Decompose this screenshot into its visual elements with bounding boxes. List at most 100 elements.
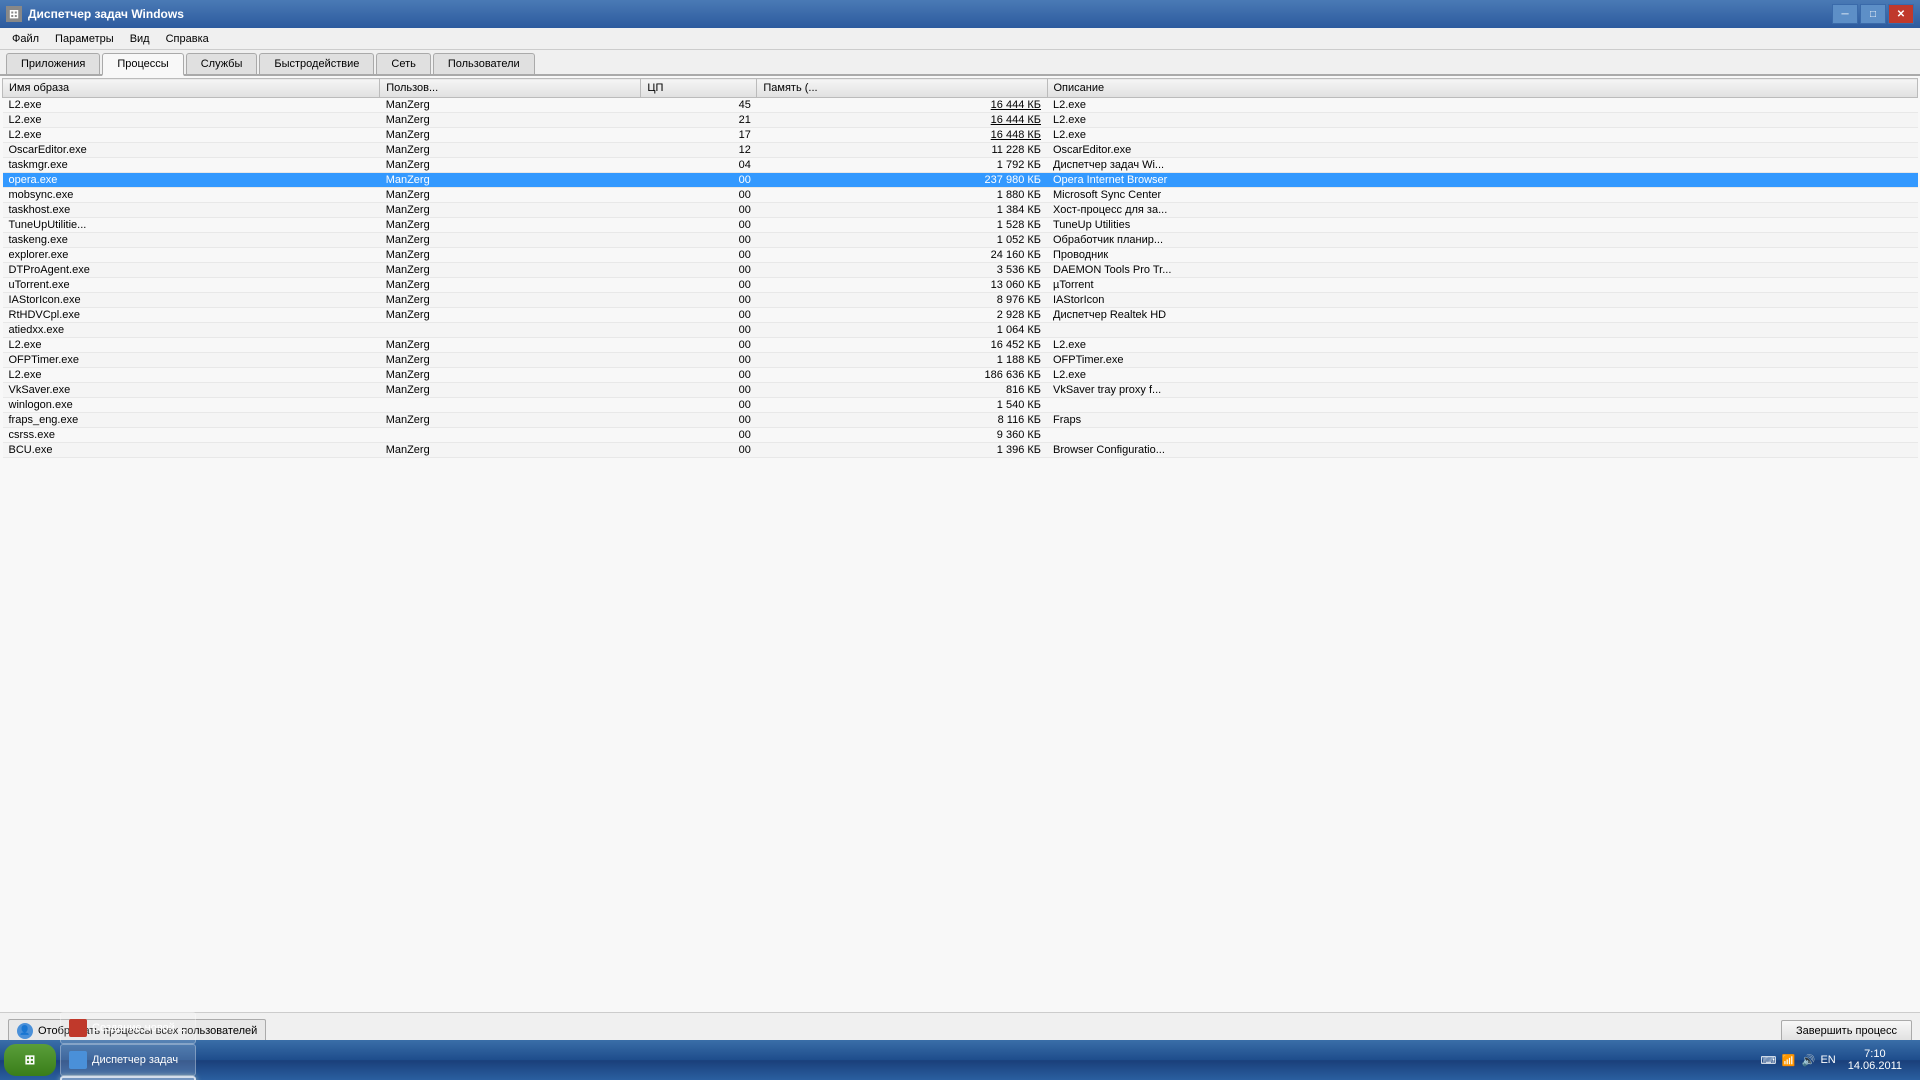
menu-item-параметры[interactable]: Параметры [47,31,122,47]
cell-name: BCU.exe [3,443,380,458]
cell-user: ManZerg [380,443,641,458]
cell-cpu: 00 [641,233,757,248]
cell-memory: 2 928 КБ [757,308,1047,323]
keyboard-icon: ⌨ [1760,1052,1776,1068]
start-button[interactable]: ⊞ [4,1044,56,1076]
main-content: Имя образа Пользов... ЦП Память (... Опи… [0,76,1920,1012]
menu-item-справка[interactable]: Справка [158,31,217,47]
cell-desc: µTorrent [1047,278,1918,293]
tab-сеть[interactable]: Сеть [376,53,430,74]
table-row[interactable]: IAStorIcon.exeManZerg008 976 КБIAStorIco… [3,293,1918,308]
col-header-memory[interactable]: Память (... [757,79,1047,98]
col-header-desc[interactable]: Описание [1047,79,1918,98]
cell-desc: Browser Configuratio... [1047,443,1918,458]
tab-процессы[interactable]: Процессы [102,53,183,76]
table-row[interactable]: TuneUpUtilitie...ManZerg001 528 КБTuneUp… [3,218,1918,233]
cell-name: atiedxx.exe [3,323,380,338]
tab-приложения[interactable]: Приложения [6,53,100,74]
table-row[interactable]: explorer.exeManZerg0024 160 КБПроводник [3,248,1918,263]
table-row[interactable]: VkSaver.exeManZerg00816 КБVkSaver tray p… [3,383,1918,398]
menu-item-вид[interactable]: Вид [122,31,158,47]
table-row[interactable]: OFPTimer.exeManZerg001 188 КБOFPTimer.ex… [3,353,1918,368]
table-row[interactable]: DTProAgent.exeManZerg003 536 КБDAEMON To… [3,263,1918,278]
cell-desc: VkSaver tray proxy f... [1047,383,1918,398]
table-row[interactable]: L2.exeManZerg00186 636 КБL2.exe [3,368,1918,383]
process-table-container: Имя образа Пользов... ЦП Память (... Опи… [0,76,1920,1012]
table-row[interactable]: taskmgr.exeManZerg041 792 КБДиспетчер за… [3,158,1918,173]
cell-user: ManZerg [380,278,641,293]
cell-user: ManZerg [380,233,641,248]
table-row[interactable]: BCU.exeManZerg001 396 КБBrowser Configur… [3,443,1918,458]
cell-desc: Хост-процесс для за... [1047,203,1918,218]
maximize-button[interactable]: □ [1860,4,1886,24]
cell-cpu: 04 [641,158,757,173]
network-icon: 📶 [1780,1052,1796,1068]
cell-desc [1047,398,1918,413]
table-row[interactable]: fraps_eng.exeManZerg008 116 КБFraps [3,413,1918,428]
taskbar-button-0[interactable]: Создание новой ... [60,1012,196,1044]
tab-bar: ПриложенияПроцессыСлужбыБыстродействиеСе… [0,50,1920,76]
cell-name: L2.exe [3,113,380,128]
cell-memory: 16 444 КБ [757,98,1047,113]
table-row[interactable]: atiedxx.exe001 064 КБ [3,323,1918,338]
cell-memory: 8 976 КБ [757,293,1047,308]
table-row[interactable]: OscarEditor.exeManZerg1211 228 КБOscarEd… [3,143,1918,158]
cell-user: ManZerg [380,203,641,218]
table-row[interactable]: L2.exeManZerg1716 448 КБL2.exe [3,128,1918,143]
table-row[interactable]: L2.exeManZerg2116 444 КБL2.exe [3,113,1918,128]
users-icon: 👤 [17,1023,33,1039]
table-row[interactable]: RtHDVCpl.exeManZerg002 928 КБДиспетчер R… [3,308,1918,323]
menu-item-файл[interactable]: Файл [4,31,47,47]
table-row[interactable]: opera.exeManZerg00237 980 КБOpera Intern… [3,173,1918,188]
cell-cpu: 00 [641,293,757,308]
volume-icon: 🔊 [1800,1052,1816,1068]
cell-memory: 1 052 КБ [757,233,1047,248]
cell-name: L2.exe [3,128,380,143]
tab-пользователи[interactable]: Пользователи [433,53,535,74]
col-header-name[interactable]: Имя образа [3,79,380,98]
table-row[interactable]: uTorrent.exeManZerg0013 060 КБµTorrent [3,278,1918,293]
cell-desc: DAEMON Tools Pro Tr... [1047,263,1918,278]
cell-cpu: 00 [641,308,757,323]
taskbar-buttons: Создание новой ... Диспетчер задач Asterio… [60,1012,199,1080]
table-row[interactable]: taskeng.exeManZerg001 052 КБОбработчик п… [3,233,1918,248]
taskbar-button-2[interactable]: Asterios [60,1076,196,1080]
cell-name: TuneUpUtilitie... [3,218,380,233]
cell-memory: 237 980 КБ [757,173,1047,188]
table-row[interactable]: taskhost.exeManZerg001 384 КБХост-процес… [3,203,1918,218]
cell-user [380,398,641,413]
cell-user: ManZerg [380,308,641,323]
cell-name: csrss.exe [3,428,380,443]
taskbar-btn-icon-0 [69,1019,87,1037]
cell-name: mobsync.exe [3,188,380,203]
clock-time: 7:10 [1848,1048,1902,1060]
table-row[interactable]: csrss.exe009 360 КБ [3,428,1918,443]
table-row[interactable]: winlogon.exe001 540 КБ [3,398,1918,413]
cell-name: fraps_eng.exe [3,413,380,428]
close-button[interactable]: ✕ [1888,4,1914,24]
tray-lang: EN [1820,1054,1835,1066]
table-row[interactable]: mobsync.exeManZerg001 880 КБMicrosoft Sy… [3,188,1918,203]
tab-быстродействие[interactable]: Быстродействие [259,53,374,74]
cell-desc: Диспетчер задач Wi... [1047,158,1918,173]
cell-desc [1047,323,1918,338]
end-process-button[interactable]: Завершить процесс [1781,1020,1912,1042]
minimize-button[interactable]: ─ [1832,4,1858,24]
table-row[interactable]: L2.exeManZerg0016 452 КБL2.exe [3,338,1918,353]
taskbar-button-1[interactable]: Диспетчер задач [60,1044,196,1076]
clock-date: 14.06.2011 [1848,1060,1902,1072]
cell-memory: 3 536 КБ [757,263,1047,278]
table-row[interactable]: L2.exeManZerg4516 444 КБL2.exe [3,98,1918,113]
cell-name: L2.exe [3,368,380,383]
cell-cpu: 00 [641,428,757,443]
taskbar-btn-label-1: Диспетчер задач [92,1054,178,1066]
cell-desc: L2.exe [1047,113,1918,128]
cell-cpu: 00 [641,413,757,428]
cell-user: ManZerg [380,143,641,158]
cell-user: ManZerg [380,248,641,263]
col-header-user[interactable]: Пользов... [380,79,641,98]
taskbar-tray: ⌨ 📶 🔊 EN 7:10 14.06.2011 [1754,1048,1916,1072]
cell-desc: IAStorIcon [1047,293,1918,308]
col-header-cpu[interactable]: ЦП [641,79,757,98]
tab-службы[interactable]: Службы [186,53,258,74]
